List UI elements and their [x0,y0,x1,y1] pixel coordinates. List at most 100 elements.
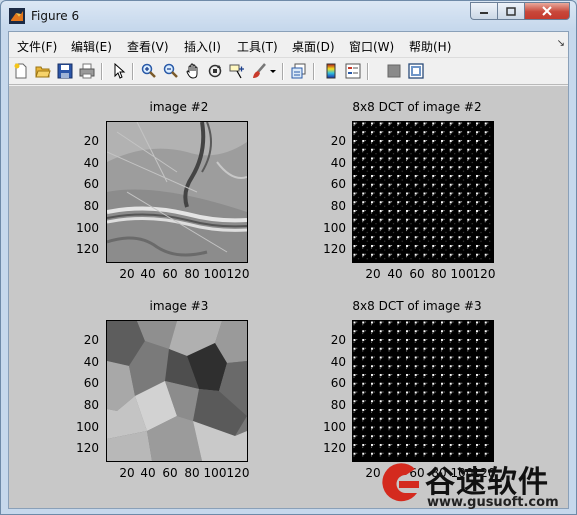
image-2-plot[interactable] [106,121,248,263]
dct-2-plot[interactable] [352,121,494,263]
figure-toolbar [9,57,568,85]
menu-dock-arrow-icon[interactable]: ↘ [557,38,565,49]
rotate-3d-button[interactable] [206,62,224,80]
y-tick-label: 80 [330,398,346,412]
pan-hand-icon [186,63,198,79]
menu-edit[interactable]: 编辑(E) [71,38,112,55]
new-figure-button[interactable] [12,62,30,80]
y-tick-label: 120 [323,242,346,256]
pan-button[interactable] [184,62,202,80]
brush-button[interactable] [250,62,268,80]
dct-image [353,321,493,461]
open-file-button[interactable] [34,62,52,80]
zoom-in-icon [141,63,156,78]
watermark: 谷速软件 www.gusuoft.com [369,455,577,515]
toolbar-separator [132,63,134,80]
y-tick-label: 40 [330,355,346,369]
matlab-logo-icon [9,8,25,24]
y-tick-label: 120 [76,441,99,455]
terrain-image [107,122,247,262]
y-tick-label: 120 [76,242,99,256]
y-tick-label: 20 [83,134,99,148]
y-tick-label: 40 [83,156,99,170]
window-title: Figure 6 [31,9,80,23]
y-tick-label: 100 [323,420,346,434]
print-preview-button[interactable] [290,62,308,80]
new-figure-icon [14,63,27,79]
figure-window: Figure 6 文件(F) 编辑(E) 查看(V) 插入(I) 工具(T) 桌… [0,0,577,515]
y-tick-label: 80 [330,199,346,213]
save-button[interactable] [56,62,74,80]
maximize-button[interactable] [497,2,524,20]
y-tick-label: 20 [83,333,99,347]
grain-image [107,321,247,461]
menu-file[interactable]: 文件(F) [17,38,57,55]
dct-image [353,122,493,262]
maximize-icon [506,6,516,16]
y-tick-label: 60 [83,177,99,191]
y-tick-label: 100 [323,221,346,235]
y-tick-label: 60 [330,376,346,390]
image-3-plot[interactable] [106,320,248,462]
x-tick-label: 120 [472,267,496,281]
legend-icon [345,63,361,79]
y-tick-label: 120 [323,441,346,455]
title-bar[interactable]: Figure 6 [1,1,576,31]
print-icon [79,63,95,79]
y-tick-label: 100 [76,221,99,235]
zoom-out-icon [163,63,178,78]
show-plot-tools-button[interactable] [407,62,425,80]
figure-canvas[interactable]: image #2 20 40 60 80 100 120 20 40 60 80… [9,86,568,508]
dct-3-plot[interactable] [352,320,494,462]
axes-title: 8x8 DCT of image #2 [352,100,482,114]
edit-plot-button[interactable] [110,62,128,80]
zoom-out-button[interactable] [162,62,180,80]
y-tick-label: 20 [330,134,346,148]
print-preview-icon [291,63,306,79]
data-cursor-icon [229,64,244,79]
menu-help[interactable]: 帮助(H) [409,38,451,55]
print-button[interactable] [78,62,96,80]
toolbar-separator [367,63,369,80]
y-tick-label: 40 [330,156,346,170]
y-tick-label: 100 [76,420,99,434]
x-tick-label: 120 [226,267,250,281]
rotate-3d-icon [208,64,222,78]
watermark-url: www.gusuoft.com [427,495,559,510]
axes-title: image #2 [149,100,209,114]
y-tick-label: 20 [330,333,346,347]
brush-icon [253,63,266,78]
data-cursor-button[interactable] [228,62,246,80]
watermark-logo-icon [382,463,419,502]
menu-window[interactable]: 窗口(W) [349,38,394,55]
figure-client-area: 文件(F) 编辑(E) 查看(V) 插入(I) 工具(T) 桌面(D) 窗口(W… [8,31,569,509]
save-icon [57,63,73,79]
hide-plot-tools-icon [387,64,401,78]
y-tick-label: 80 [83,199,99,213]
close-button[interactable] [524,2,570,20]
show-plot-tools-icon [408,63,424,79]
axes-title: image #3 [149,299,209,313]
chevron-down-icon [270,70,276,73]
zoom-in-button[interactable] [140,62,158,80]
minimize-button[interactable] [470,2,497,20]
menu-view[interactable]: 查看(V) [127,38,169,55]
menu-tools[interactable]: 工具(T) [237,38,278,55]
axes-title: 8x8 DCT of image #3 [352,299,482,313]
menu-desktop[interactable]: 桌面(D) [292,38,335,55]
hide-plot-tools-button[interactable] [385,62,403,80]
open-file-icon [35,66,51,78]
colorbar-button[interactable] [322,62,340,80]
brush-dropdown-button[interactable] [268,62,278,80]
close-icon [542,6,552,16]
toolbar-separator [101,63,103,80]
y-tick-label: 60 [83,376,99,390]
edit-plot-arrow-icon [114,63,126,79]
legend-button[interactable] [344,62,362,80]
y-tick-label: 60 [330,177,346,191]
colorbar-icon [326,63,336,79]
x-tick-label: 120 [226,466,250,480]
toolbar-separator [313,63,315,80]
menu-insert[interactable]: 插入(I) [184,38,221,55]
menu-bar: 文件(F) 编辑(E) 查看(V) 插入(I) 工具(T) 桌面(D) 窗口(W… [9,32,568,57]
